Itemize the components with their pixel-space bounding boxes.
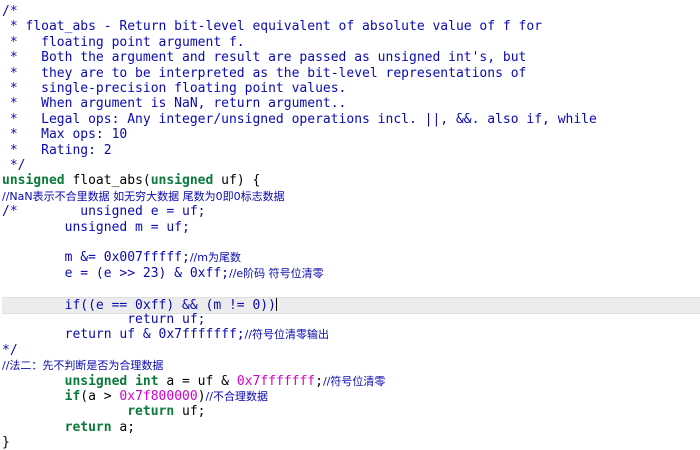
- code-token: float_abs(: [64, 173, 151, 189]
- code-line[interactable]: * floating point argument f.: [2, 35, 700, 50]
- code-token: unsigned: [2, 173, 65, 189]
- code-token: * Max ops: 10: [2, 127, 128, 143]
- code-editor[interactable]: /* * float_abs - Return bit-level equiva…: [0, 0, 700, 450]
- code-token: //m为尾数: [189, 251, 241, 265]
- code-token: * Rating: 2: [2, 142, 112, 158]
- code-token: ;: [315, 373, 323, 389]
- code-token: /* unsigned e = uf;: [2, 204, 206, 220]
- code-line[interactable]: return uf & 0x7fffffff;//符号位清零输出: [2, 327, 700, 342]
- code-token: //NaN表示不合里数据 如无穷大数据 尾数为0即0标志数据: [2, 189, 285, 203]
- code-token: return uf & 0x7fffffff;: [2, 327, 245, 343]
- code-token: if((e == 0xff) && (m != 0)): [2, 297, 276, 313]
- code-token: return uf;: [2, 312, 206, 327]
- code-token: */: [2, 342, 18, 358]
- code-token: */: [2, 158, 26, 173]
- code-line[interactable]: //法二：先不判断是否为合理数据: [2, 358, 700, 373]
- code-token: * Legal ops: Any integer/unsigned operat…: [2, 111, 597, 127]
- code-line[interactable]: unsigned m = uf;: [2, 220, 700, 235]
- code-line[interactable]: return uf;: [2, 404, 700, 419]
- code-token: //法二：先不判断是否为合理数据: [2, 359, 164, 373]
- code-line[interactable]: m &= 0x007fffff;//m为尾数: [2, 250, 700, 265]
- code-token: return: [64, 419, 112, 435]
- code-line[interactable]: return uf;: [2, 312, 700, 327]
- code-line[interactable]: e = (e >> 23) & 0xff;//e阶码 符号位清零: [2, 266, 700, 281]
- code-line[interactable]: */: [2, 158, 700, 173]
- code-token: * floating point argument f.: [2, 34, 245, 50]
- code-line[interactable]: * single-precision floating point values…: [2, 81, 700, 96]
- code-token: //e阶码 符号位清零: [228, 266, 324, 280]
- code-token: uf;: [174, 404, 206, 420]
- code-token: m &= 0x007fffff;: [2, 250, 190, 266]
- code-line[interactable]: /*: [2, 4, 700, 19]
- code-token: //符号位清零输出: [244, 328, 330, 342]
- code-token: return: [127, 404, 175, 420]
- code-line[interactable]: /* unsigned e = uf;: [2, 204, 700, 219]
- code-line[interactable]: */: [2, 343, 700, 358]
- code-line[interactable]: [2, 281, 700, 296]
- code-token: 0x7f800000: [119, 389, 198, 404]
- code-line[interactable]: * they are to be interpreted as the bit-…: [2, 66, 700, 81]
- code-line[interactable]: [2, 235, 700, 250]
- code-line[interactable]: return a;: [2, 420, 700, 435]
- code-token: }: [2, 435, 10, 450]
- code-line[interactable]: if(a > 0x7f800000)//不合理数据: [2, 389, 700, 404]
- code-token: * float_abs - Return bit-level equivalen…: [2, 19, 543, 35]
- code-line[interactable]: * When argument is NaN, return argument.…: [2, 96, 700, 111]
- code-line[interactable]: }: [2, 435, 700, 450]
- code-token: ): [197, 389, 206, 404]
- code-token: 0x7fffffff: [236, 373, 316, 389]
- code-token: * they are to be interpreted as the bit-…: [2, 65, 527, 81]
- code-token: uf) {: [213, 173, 261, 189]
- code-line[interactable]: unsigned int a = uf & 0x7fffffff;//符号位清零: [2, 374, 700, 389]
- code-line[interactable]: * Max ops: 10: [2, 127, 700, 142]
- code-token: a;: [111, 419, 136, 435]
- code-line[interactable]: //NaN表示不合里数据 如无穷大数据 尾数为0即0标志数据: [2, 189, 700, 204]
- code-token: a = uf &: [158, 373, 237, 389]
- code-token: * single-precision floating point values…: [2, 81, 347, 96]
- text-caret: [275, 297, 277, 311]
- code-token: //不合理数据: [205, 390, 268, 403]
- code-token: * Both the argument and result are passe…: [2, 50, 527, 66]
- code-token: e = (e >> 23) & 0xff;: [2, 265, 229, 281]
- code-line[interactable]: * float_abs - Return bit-level equivalen…: [2, 19, 700, 34]
- code-token: /*: [2, 4, 18, 19]
- code-token: (a >: [80, 389, 120, 404]
- code-token: * When argument is NaN, return argument.…: [2, 96, 347, 112]
- code-token: unsigned m = uf;: [2, 219, 190, 235]
- code-token: unsigned int: [64, 373, 159, 389]
- code-line[interactable]: unsigned float_abs(unsigned uf) {: [2, 173, 700, 188]
- code-line[interactable]: * Both the argument and result are passe…: [2, 50, 700, 65]
- code-line[interactable]: * Rating: 2: [2, 143, 700, 158]
- code-token: unsigned: [150, 173, 214, 189]
- code-token: if: [64, 389, 81, 404]
- code-line[interactable]: * Legal ops: Any integer/unsigned operat…: [2, 112, 700, 127]
- code-token: //符号位清零: [322, 374, 386, 388]
